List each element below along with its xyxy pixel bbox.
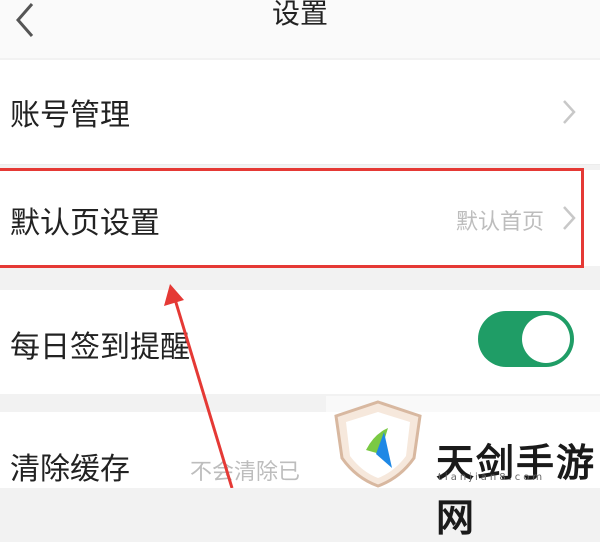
watermark-text: 天剑手游网: [436, 441, 597, 540]
watermark-url: tianjian8.com: [438, 472, 546, 483]
watermark-logo-icon: [334, 400, 422, 488]
